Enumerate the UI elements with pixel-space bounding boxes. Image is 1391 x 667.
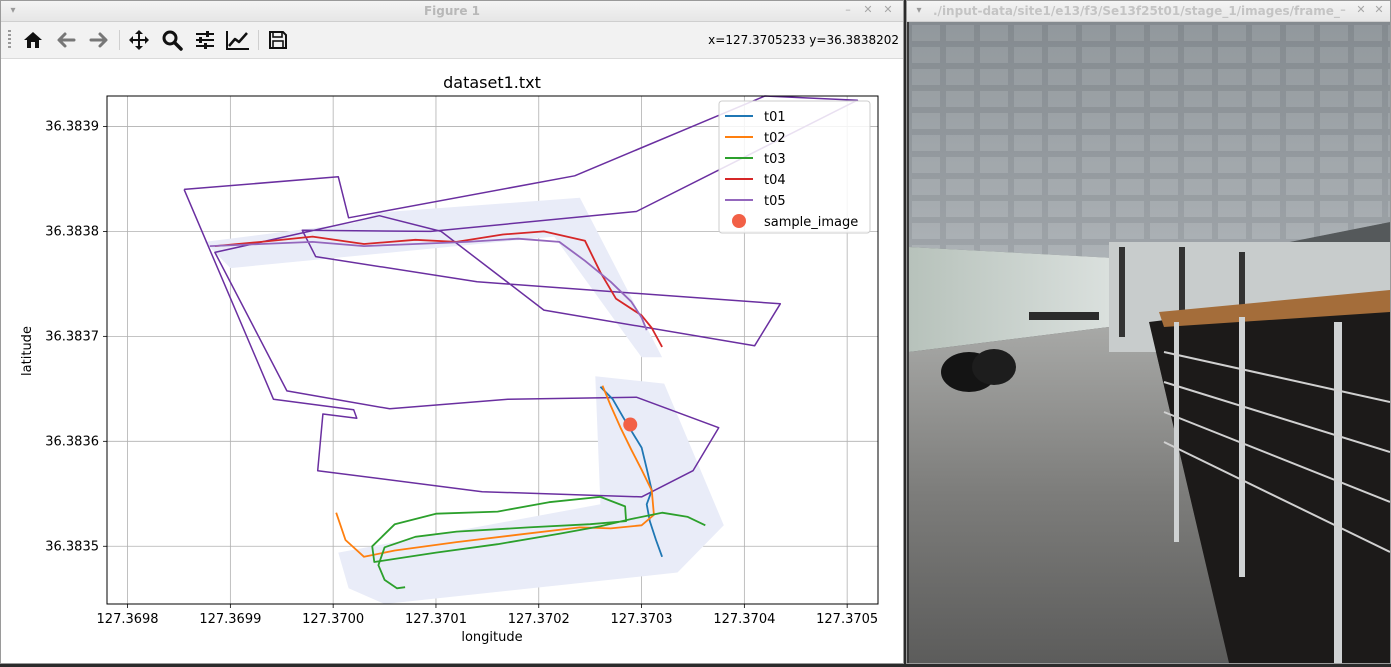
- move-icon: [129, 30, 149, 50]
- line-chart-icon: [226, 31, 249, 50]
- x-tick-label: 127.3702: [508, 612, 570, 627]
- image-window-title: ./input-data/site1/e13/f3/Se13f25t01/sta…: [933, 4, 1340, 18]
- y-axis-label: latitude: [20, 326, 35, 376]
- sample-image-point: [623, 417, 638, 432]
- x-tick-label: 127.3703: [611, 612, 673, 627]
- toolbar-separator: [258, 30, 259, 50]
- window-title: Figure 1: [423, 4, 481, 18]
- x-tick-label: 127.3698: [97, 612, 159, 627]
- chart-title: dataset1.txt: [443, 73, 541, 92]
- minimize-icon[interactable]: –: [841, 3, 855, 17]
- minimize-icon[interactable]: –: [1336, 3, 1350, 17]
- legend: t01 t02 t03 t04 t05 sample_image: [718, 100, 871, 234]
- x-axis-label: longitude: [461, 630, 522, 645]
- y-tick-label: 36.3838: [45, 224, 99, 239]
- home-icon: [24, 32, 42, 48]
- plot-canvas[interactable]: 127.3698 127.3699 127.3700 127.3701 127.3702…: [1, 59, 903, 663]
- legend-box: [718, 100, 871, 234]
- legend-swatch-sample_image: [732, 214, 746, 228]
- figure-window: ▾ Figure 1 – ✕ ✕ x=127.3705233 y=36.3838…: [0, 0, 904, 664]
- y-tick-label: 36.3839: [45, 119, 99, 134]
- image-window: ▾ ./input-data/site1/e13/f3/Se13f25t01/s…: [906, 0, 1391, 664]
- legend-label-t02: t02: [764, 131, 786, 146]
- cursor-coordinates: x=127.3705233 y=36.3838202: [708, 33, 899, 47]
- configure-subplots-button[interactable]: [192, 28, 218, 52]
- close-icon[interactable]: ✕: [881, 3, 895, 17]
- edit-axis-button[interactable]: [225, 28, 251, 52]
- x-tick-label: 127.3704: [713, 612, 775, 627]
- maximize-icon[interactable]: ✕: [1354, 3, 1368, 17]
- figure-titlebar[interactable]: ▾ Figure 1 – ✕ ✕: [1, 1, 903, 22]
- close-icon[interactable]: ✕: [1372, 3, 1386, 17]
- y-tick-label: 36.3835: [45, 539, 99, 554]
- x-tick-label: 127.3699: [199, 612, 261, 627]
- magnifier-icon: [162, 30, 183, 51]
- toolbar-separator: [119, 30, 120, 50]
- arrow-right-icon: [89, 32, 108, 48]
- legend-label-t03: t03: [764, 152, 786, 167]
- x-tick-label: 127.3705: [816, 612, 878, 627]
- y-tick-label: 36.3836: [45, 434, 99, 449]
- x-tick-label: 127.3701: [405, 612, 467, 627]
- legend-label-t05: t05: [764, 194, 786, 209]
- legend-label-t04: t04: [764, 173, 786, 188]
- x-tick-label: 127.3700: [302, 612, 364, 627]
- image-titlebar[interactable]: ▾ ./input-data/site1/e13/f3/Se13f25t01/s…: [907, 1, 1390, 22]
- legend-label-t01: t01: [764, 110, 786, 125]
- arrow-left-icon: [57, 32, 76, 48]
- back-button[interactable]: [53, 28, 79, 52]
- save-button[interactable]: [265, 28, 291, 52]
- maximize-icon[interactable]: ✕: [861, 3, 875, 17]
- frame-image: [909, 22, 1390, 663]
- forward-button[interactable]: [86, 28, 112, 52]
- legend-label-sample_image: sample_image: [764, 215, 858, 230]
- chart-svg[interactable]: 127.3698 127.3699 127.3700 127.3701 127.3702…: [1, 59, 903, 663]
- window-menu-icon[interactable]: ▾: [913, 5, 925, 17]
- floppy-disk-icon: [269, 31, 287, 49]
- toolbar-grip[interactable]: [8, 30, 11, 50]
- y-tick-label: 36.3837: [45, 329, 99, 344]
- zoom-button[interactable]: [159, 28, 185, 52]
- home-button[interactable]: [20, 28, 46, 52]
- navigation-toolbar: x=127.3705233 y=36.3838202: [1, 22, 903, 59]
- sliders-icon: [196, 31, 214, 49]
- pan-button[interactable]: [126, 28, 152, 52]
